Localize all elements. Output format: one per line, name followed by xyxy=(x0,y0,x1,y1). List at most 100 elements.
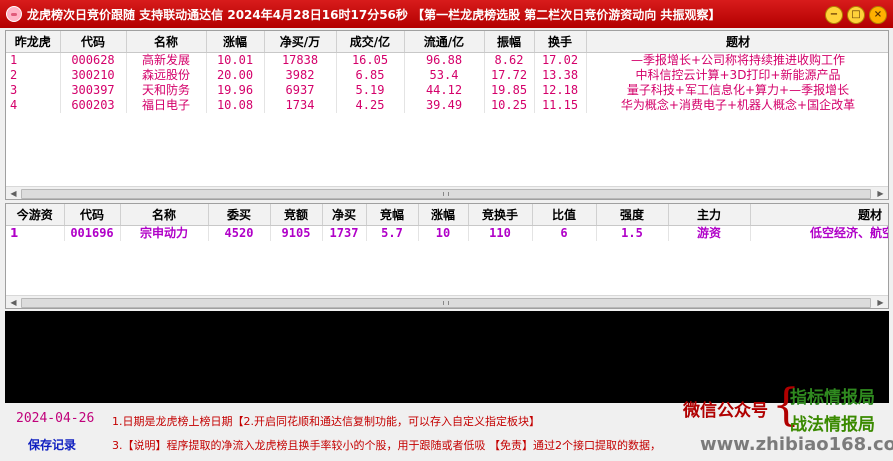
col-header[interactable]: 委买 xyxy=(208,204,271,226)
minimize-button[interactable]: − xyxy=(825,6,843,24)
theme: 华为概念+消费电子+机器人概念+国企改革 xyxy=(586,97,888,113)
turnover-rate: 12.18 xyxy=(534,82,587,98)
maximize-button[interactable]: □ xyxy=(847,6,865,24)
stock-code: 000628 xyxy=(60,52,127,68)
main-force: 游资 xyxy=(668,225,751,241)
float-cap: 44.12 xyxy=(404,82,485,98)
col-header[interactable]: 名称 xyxy=(126,31,207,53)
col-header[interactable]: 竞换手 xyxy=(468,204,533,226)
stock-name: 福日电子 xyxy=(126,97,207,113)
close-button[interactable]: × xyxy=(869,6,887,24)
app-window: 龙虎榜次日竞价跟随 支持联动通达信 2024年4月28日16时17分56秒 【第… xyxy=(0,0,893,461)
scroll-thumb[interactable] xyxy=(21,298,871,308)
info-note-1: 1.日期是龙虎榜上榜日期【2.开启同花顺和通达信复制功能，可以存入自定义指定板块… xyxy=(112,415,540,428)
col-header[interactable]: 题材 xyxy=(750,204,888,226)
scroll-right-icon[interactable]: ▶ xyxy=(874,297,887,308)
strength: 1.5 xyxy=(596,225,669,241)
theme: 中科信控云计算+3D打印+新能源产品 xyxy=(586,67,888,83)
status-area: 2024-04-26 保存记录 1.日期是龙虎榜上榜日期【2.开启同花顺和通达信… xyxy=(0,384,893,461)
change-pct: 10.01 xyxy=(206,52,265,68)
table-row[interactable]: 4 600203 福日电子 10.08 1734 4.25 39.49 10.2… xyxy=(6,97,888,113)
row-index: 4 xyxy=(6,97,61,113)
amplitude: 8.62 xyxy=(484,52,535,68)
col-header[interactable]: 强度 xyxy=(596,204,669,226)
col-header[interactable]: 流通/亿 xyxy=(404,31,485,53)
scroll-left-icon[interactable]: ◀ xyxy=(7,188,20,199)
col-header[interactable]: 题材 xyxy=(586,31,888,53)
stock-name: 天和防务 xyxy=(126,82,207,98)
row-index: 3 xyxy=(6,82,61,98)
stock-name: 高新发展 xyxy=(126,52,207,68)
row-index: 1 xyxy=(6,225,65,241)
float-cap: 53.4 xyxy=(404,67,485,83)
stock-code: 600203 xyxy=(60,97,127,113)
col-header[interactable]: 竞幅 xyxy=(366,204,419,226)
watermark-url: www.zhibiao168.com xyxy=(700,434,893,455)
turnover-value: 4.25 xyxy=(336,97,405,113)
hot-money-grid[interactable]: 今游资 代码 名称 委买 竞额 净买 竞幅 涨幅 竞换手 比值 强度 主力 题材 xyxy=(5,203,889,309)
watermark-text-1: 指标情报局 xyxy=(790,388,875,408)
scroll-left-icon[interactable]: ◀ xyxy=(7,297,20,308)
theme: 低空经济、航空发动机 xyxy=(750,225,888,241)
title-bar[interactable]: 龙虎榜次日竞价跟随 支持联动通达信 2024年4月28日16时17分56秒 【第… xyxy=(0,0,893,28)
col-header[interactable]: 涨幅 xyxy=(418,204,469,226)
horizontal-scrollbar[interactable]: ◀ ▶ xyxy=(6,186,888,199)
turnover-rate: 11.15 xyxy=(534,97,587,113)
col-header[interactable]: 今游资 xyxy=(6,204,65,226)
scroll-thumb[interactable] xyxy=(21,189,871,199)
row-index: 2 xyxy=(6,67,61,83)
bid-buy: 4520 xyxy=(208,225,271,241)
col-header[interactable]: 竞额 xyxy=(270,204,323,226)
theme: 量子科技+军工信息化+算力+—季报增长 xyxy=(586,82,888,98)
horizontal-scrollbar[interactable]: ◀ ▶ xyxy=(6,295,888,308)
row-index: 1 xyxy=(6,52,61,68)
grid1-header-row: 昨龙虎 代码 名称 涨幅 净买/万 成交/亿 流通/亿 振幅 换手 题材 xyxy=(6,31,888,53)
col-header[interactable]: 净买 xyxy=(322,204,367,226)
amplitude: 17.72 xyxy=(484,67,535,83)
list-date: 2024-04-26 xyxy=(16,411,95,426)
bid-turnover: 110 xyxy=(468,225,533,241)
amplitude: 19.85 xyxy=(484,82,535,98)
col-header[interactable]: 主力 xyxy=(668,204,751,226)
turnover-value: 16.05 xyxy=(336,52,405,68)
table-row[interactable]: 1 000628 高新发展 10.01 17838 16.05 96.88 8.… xyxy=(6,52,888,68)
col-header[interactable]: 代码 xyxy=(64,204,121,226)
window-title: 龙虎榜次日竞价跟随 支持联动通达信 2024年4月28日16时17分56秒 【第… xyxy=(27,7,721,22)
col-header[interactable]: 名称 xyxy=(120,204,209,226)
table-row[interactable]: 2 300210 森远股份 20.00 3982 6.85 53.4 17.72… xyxy=(6,67,888,83)
col-header[interactable]: 净买/万 xyxy=(264,31,337,53)
stock-name: 森远股份 xyxy=(126,67,207,83)
theme: —季报增长+公司称将持续推进收购工作 xyxy=(586,52,888,68)
col-header[interactable]: 换手 xyxy=(534,31,587,53)
table-row[interactable]: 3 300397 天和防务 19.96 6937 5.19 44.12 19.8… xyxy=(6,82,888,98)
turnover-rate: 13.38 xyxy=(534,67,587,83)
stock-name: 宗申动力 xyxy=(120,225,209,241)
net-buy: 1737 xyxy=(322,225,367,241)
turnover-value: 5.19 xyxy=(336,82,405,98)
change-pct: 19.96 xyxy=(206,82,265,98)
float-cap: 96.88 xyxy=(404,52,485,68)
col-header[interactable]: 代码 xyxy=(60,31,127,53)
col-header[interactable]: 昨龙虎 xyxy=(6,31,61,53)
net-buy: 3982 xyxy=(264,67,337,83)
net-buy: 17838 xyxy=(264,52,337,68)
col-header[interactable]: 涨幅 xyxy=(206,31,265,53)
col-header[interactable]: 振幅 xyxy=(484,31,535,53)
stock-code: 300210 xyxy=(60,67,127,83)
ratio: 6 xyxy=(532,225,597,241)
bid-amount: 9105 xyxy=(270,225,323,241)
col-header[interactable]: 比值 xyxy=(532,204,597,226)
col-header[interactable]: 成交/亿 xyxy=(336,31,405,53)
table-row[interactable]: 1 001696 宗申动力 4520 9105 1737 5.7 10 110 … xyxy=(6,225,888,241)
dragon-tiger-grid[interactable]: 昨龙虎 代码 名称 涨幅 净买/万 成交/亿 流通/亿 振幅 换手 题材 1 0… xyxy=(5,30,889,200)
scroll-right-icon[interactable]: ▶ xyxy=(874,188,887,199)
bid-change: 5.7 xyxy=(366,225,419,241)
net-buy: 6937 xyxy=(264,82,337,98)
grip-icon xyxy=(443,301,449,305)
save-record-button[interactable]: 保存记录 xyxy=(28,436,76,453)
watermark-text-2: 战法情报局 xyxy=(790,415,875,435)
pig-app-icon xyxy=(6,6,22,22)
grip-icon xyxy=(443,192,449,196)
grid2-header-row: 今游资 代码 名称 委买 竞额 净买 竞幅 涨幅 竞换手 比值 强度 主力 题材 xyxy=(6,204,888,226)
watermark-label: 微信公众号 xyxy=(683,401,768,421)
